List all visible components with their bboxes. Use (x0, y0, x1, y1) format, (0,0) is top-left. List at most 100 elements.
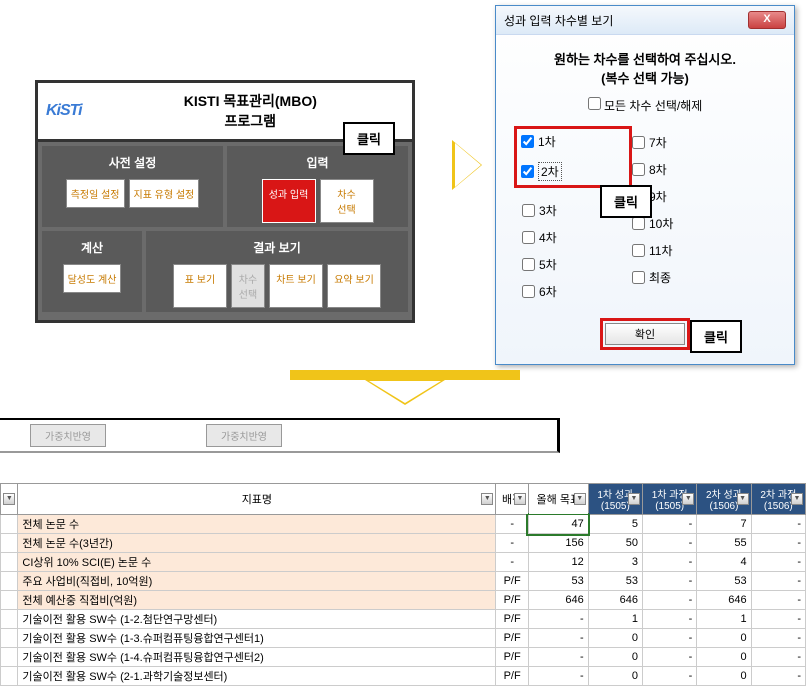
data-cell[interactable]: 646 (528, 591, 588, 610)
close-button[interactable]: X (748, 11, 786, 29)
data-cell[interactable]: 53 (588, 572, 642, 591)
indicator-type-button[interactable]: 지표 유형 설정 (129, 179, 200, 208)
indicator-name-cell[interactable]: 주요 사업비(직접비, 10억원) (18, 572, 496, 591)
row-num-cell[interactable] (1, 667, 18, 686)
row-num-cell[interactable] (1, 610, 18, 629)
filter-icon[interactable]: ▼ (682, 493, 694, 505)
round-7-checkbox[interactable] (632, 136, 645, 149)
filter-icon[interactable]: ▼ (3, 493, 15, 505)
summary-view-button[interactable]: 요약 보기 (327, 264, 381, 308)
round-2-checkbox[interactable] (521, 165, 534, 178)
indicator-name-header[interactable]: 지표명▼ (18, 484, 496, 515)
round-1-checkbox-label[interactable]: 1차 (521, 133, 625, 150)
round-11-checkbox[interactable] (632, 244, 645, 257)
row-num-cell[interactable] (1, 572, 18, 591)
filter-icon[interactable]: ▼ (628, 493, 640, 505)
data-cell[interactable]: - (528, 610, 588, 629)
data-cell[interactable]: - (496, 515, 529, 534)
data-cell[interactable]: 0 (588, 648, 642, 667)
data-cell[interactable]: - (528, 629, 588, 648)
data-cell[interactable]: - (496, 534, 529, 553)
data-cell[interactable]: 47 (528, 515, 588, 534)
indicator-name-cell[interactable]: 기술이전 활용 SW수 (1-3.슈퍼컴퓨팅융합연구센터1) (18, 629, 496, 648)
data-cell[interactable]: - (751, 534, 805, 553)
round-final-checkbox-label[interactable]: 최종 (632, 269, 776, 286)
data-cell[interactable]: - (751, 515, 805, 534)
indicator-name-cell[interactable]: CI상위 10% SCI(E) 논문 수 (18, 553, 496, 572)
year-target-header[interactable]: 올해 목표▼ (528, 484, 588, 515)
data-cell[interactable]: - (643, 572, 697, 591)
data-cell[interactable]: - (643, 667, 697, 686)
process2-header[interactable]: 2차 과정 (1506)▼ (751, 484, 805, 515)
data-cell[interactable]: - (643, 534, 697, 553)
round-10-checkbox-label[interactable]: 10차 (632, 215, 776, 232)
row-num-cell[interactable] (1, 534, 18, 553)
data-cell[interactable]: 646 (697, 591, 751, 610)
table-view-button[interactable]: 표 보기 (173, 264, 227, 308)
round-select-grey-button[interactable]: 차수 선택 (231, 264, 265, 308)
data-cell[interactable]: - (751, 667, 805, 686)
result2-header[interactable]: 2차 성과 (1506)▼ (697, 484, 751, 515)
data-cell[interactable]: - (643, 648, 697, 667)
data-cell[interactable]: P/F (496, 591, 529, 610)
data-cell[interactable]: - (528, 648, 588, 667)
data-cell[interactable]: 50 (588, 534, 642, 553)
data-cell[interactable]: - (751, 553, 805, 572)
achievement-calc-button[interactable]: 달성도 계산 (63, 264, 122, 293)
data-cell[interactable]: - (496, 553, 529, 572)
indicator-name-cell[interactable]: 기술이전 활용 SW수 (1-2.첨단연구망센터) (18, 610, 496, 629)
round-4-checkbox[interactable] (522, 231, 535, 244)
data-cell[interactable]: 646 (588, 591, 642, 610)
data-cell[interactable]: 12 (528, 553, 588, 572)
indicator-name-cell[interactable]: 전체 논문 수 (18, 515, 496, 534)
data-cell[interactable]: 53 (528, 572, 588, 591)
round-1-checkbox[interactable] (521, 135, 534, 148)
round-5-checkbox[interactable] (522, 258, 535, 271)
data-cell[interactable]: P/F (496, 610, 529, 629)
data-cell[interactable]: 55 (697, 534, 751, 553)
data-cell[interactable]: - (643, 553, 697, 572)
round-3-checkbox[interactable] (522, 204, 535, 217)
data-cell[interactable]: 4 (697, 553, 751, 572)
measure-date-button[interactable]: 측정일 설정 (66, 179, 125, 208)
select-all-checkbox[interactable] (588, 97, 601, 110)
process1-header[interactable]: 1차 과정 (1505)▼ (643, 484, 697, 515)
data-cell[interactable]: - (751, 648, 805, 667)
row-num-cell[interactable] (1, 648, 18, 667)
data-cell[interactable]: 1 (697, 610, 751, 629)
round-6-checkbox[interactable] (522, 285, 535, 298)
data-cell[interactable]: 53 (697, 572, 751, 591)
row-num-cell[interactable] (1, 629, 18, 648)
data-cell[interactable]: - (643, 629, 697, 648)
data-cell[interactable]: - (751, 610, 805, 629)
round-6-checkbox-label[interactable]: 6차 (522, 283, 632, 300)
row-num-cell[interactable] (1, 553, 18, 572)
row-num-cell[interactable] (1, 591, 18, 610)
data-cell[interactable]: 5 (588, 515, 642, 534)
round-4-checkbox-label[interactable]: 4차 (522, 229, 632, 246)
result1-header[interactable]: 1차 성과 (1505)▼ (588, 484, 642, 515)
data-cell[interactable]: P/F (496, 667, 529, 686)
data-cell[interactable]: 1 (588, 610, 642, 629)
filter-icon[interactable]: ▼ (514, 493, 526, 505)
data-cell[interactable]: - (643, 591, 697, 610)
round-5-checkbox-label[interactable]: 5차 (522, 256, 632, 273)
round-final-checkbox[interactable] (632, 271, 645, 284)
round-8-checkbox-label[interactable]: 8차 (632, 161, 776, 178)
indicator-name-cell[interactable]: 기술이전 활용 SW수 (2-1.과학기술정보센터) (18, 667, 496, 686)
data-cell[interactable]: 0 (588, 629, 642, 648)
indicator-name-cell[interactable]: 전체 예산중 직접비(억원) (18, 591, 496, 610)
data-cell[interactable]: - (643, 515, 697, 534)
data-cell[interactable]: 3 (588, 553, 642, 572)
data-cell[interactable]: P/F (496, 648, 529, 667)
weight-apply-button-2[interactable]: 가중치반영 (206, 424, 282, 447)
round-10-checkbox[interactable] (632, 217, 645, 230)
chart-view-button[interactable]: 차트 보기 (269, 264, 323, 308)
data-cell[interactable]: P/F (496, 572, 529, 591)
score-header[interactable]: 배점▼ (496, 484, 529, 515)
round-11-checkbox-label[interactable]: 11차 (632, 242, 776, 259)
data-cell[interactable]: - (751, 591, 805, 610)
data-cell[interactable]: 0 (588, 667, 642, 686)
data-cell[interactable]: - (528, 667, 588, 686)
data-cell[interactable]: - (643, 610, 697, 629)
